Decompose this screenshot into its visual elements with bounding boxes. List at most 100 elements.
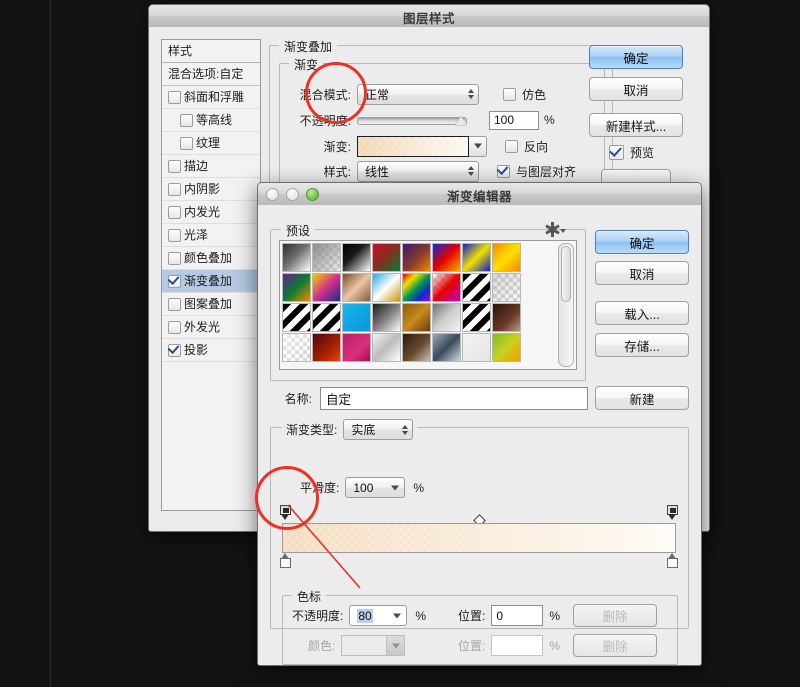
stop-position-input[interactable]: 0 bbox=[491, 605, 544, 626]
preset-swatch-21[interactable] bbox=[432, 303, 461, 332]
color-stop-left[interactable] bbox=[280, 553, 291, 568]
preset-swatch-28[interactable] bbox=[402, 333, 431, 362]
preset-swatch-6[interactable] bbox=[462, 243, 491, 272]
sidebar-item-6-checkbox[interactable] bbox=[168, 228, 181, 242]
sidebar-item-1-checkbox[interactable] bbox=[180, 113, 193, 127]
preset-swatch-26[interactable] bbox=[342, 333, 371, 362]
preset-swatch-14[interactable] bbox=[462, 273, 491, 302]
preview-checkbox[interactable] bbox=[609, 145, 624, 160]
sidebar-item-9-label: 图案叠加 bbox=[184, 297, 233, 311]
blend-mode-select[interactable]: 正常 bbox=[357, 83, 479, 105]
sidebar-item-4-checkbox[interactable] bbox=[168, 182, 181, 196]
preset-swatch-0[interactable] bbox=[282, 243, 311, 272]
stop-color-picker-button[interactable] bbox=[387, 635, 406, 656]
preset-swatch-12[interactable] bbox=[402, 273, 431, 302]
layer-style-cancel-button[interactable]: 取消 bbox=[589, 77, 683, 101]
preset-swatch-17[interactable] bbox=[312, 303, 341, 332]
opacity-slider[interactable] bbox=[357, 114, 467, 126]
sidebar-item-6[interactable]: 光泽 bbox=[162, 224, 260, 247]
sidebar-item-9[interactable]: 图案叠加 bbox=[162, 293, 260, 316]
opacity-input[interactable]: 100 bbox=[489, 110, 539, 130]
sidebar-item-9-checkbox[interactable] bbox=[168, 297, 181, 311]
layer-style-ok-button[interactable]: 确定 bbox=[589, 45, 683, 69]
sidebar-item-2-checkbox[interactable] bbox=[180, 136, 193, 150]
new-preset-button[interactable]: 新建 bbox=[595, 386, 689, 410]
presets-well[interactable] bbox=[279, 240, 577, 370]
preset-swatch-7[interactable] bbox=[492, 243, 521, 272]
gradient-editor-ok-button[interactable]: 确定 bbox=[595, 230, 689, 254]
sidebar-item-0-checkbox[interactable] bbox=[168, 90, 181, 104]
dither-checkbox[interactable] bbox=[503, 87, 516, 101]
gradient-strip[interactable] bbox=[282, 523, 676, 553]
preset-swatch-9[interactable] bbox=[312, 273, 341, 302]
presets-gear-caret-icon[interactable] bbox=[560, 229, 566, 233]
smoothness-select[interactable]: 100 bbox=[345, 477, 406, 498]
sidebar-item-10-checkbox[interactable] bbox=[168, 320, 181, 334]
preset-swatch-18[interactable] bbox=[342, 303, 371, 332]
preset-swatch-20[interactable] bbox=[402, 303, 431, 332]
sidebar-item-0[interactable]: 斜面和浮雕 bbox=[162, 86, 260, 109]
stop-color-well[interactable] bbox=[341, 635, 388, 656]
sidebar-item-5-checkbox[interactable] bbox=[168, 205, 181, 219]
preset-swatch-25[interactable] bbox=[312, 333, 341, 362]
sidebar-item-8[interactable]: 渐变叠加 bbox=[162, 270, 260, 293]
stop-opacity-select[interactable]: 80 bbox=[349, 605, 408, 626]
sidebar-item-3-checkbox[interactable] bbox=[168, 159, 181, 173]
sidebar-item-10[interactable]: 外发光 bbox=[162, 316, 260, 339]
opacity-stop-left[interactable] bbox=[280, 505, 291, 520]
name-input[interactable]: 自定 bbox=[320, 387, 588, 410]
opacity-stop-right[interactable] bbox=[667, 505, 678, 520]
preset-swatch-15[interactable] bbox=[492, 273, 521, 302]
style-select[interactable]: 线性 bbox=[357, 160, 479, 182]
delete-stop-button[interactable]: 删除 bbox=[573, 604, 657, 627]
presets-gear-icon[interactable] bbox=[545, 222, 560, 237]
preset-swatch-16[interactable] bbox=[282, 303, 311, 332]
gradient-type-select[interactable]: 实底 bbox=[343, 419, 414, 440]
preset-swatch-2[interactable] bbox=[342, 243, 371, 272]
presets-group: 预设 bbox=[270, 222, 586, 381]
opacity-slider-knob[interactable] bbox=[455, 116, 467, 125]
stop-position2-input[interactable] bbox=[491, 635, 544, 656]
preset-swatch-31[interactable] bbox=[492, 333, 521, 362]
layer-style-titlebar[interactable]: 图层样式 bbox=[149, 5, 709, 28]
gradient-editor-cancel-button[interactable]: 取消 bbox=[595, 261, 689, 285]
sidebar-item-2[interactable]: 纹理 bbox=[162, 132, 260, 155]
preset-swatch-10[interactable] bbox=[342, 273, 371, 302]
preset-swatch-1[interactable] bbox=[312, 243, 341, 272]
color-stop-right[interactable] bbox=[667, 553, 678, 568]
align-with-layer-checkbox[interactable] bbox=[497, 164, 510, 178]
preset-swatch-4[interactable] bbox=[402, 243, 431, 272]
gradient-picker-button[interactable] bbox=[469, 135, 487, 157]
preset-swatch-8[interactable] bbox=[282, 273, 311, 302]
sidebar-item-7-checkbox[interactable] bbox=[168, 251, 181, 265]
sidebar-item-1[interactable]: 等高线 bbox=[162, 109, 260, 132]
preset-swatch-11[interactable] bbox=[372, 273, 401, 302]
preset-swatch-22[interactable] bbox=[462, 303, 491, 332]
preset-swatch-5[interactable] bbox=[432, 243, 461, 272]
preset-swatch-30[interactable] bbox=[462, 333, 491, 362]
preset-swatch-29[interactable] bbox=[432, 333, 461, 362]
sidebar-item-3[interactable]: 描边 bbox=[162, 155, 260, 178]
preset-swatch-3[interactable] bbox=[372, 243, 401, 272]
preset-swatch-23[interactable] bbox=[492, 303, 521, 332]
sidebar-item-7[interactable]: 颜色叠加 bbox=[162, 247, 260, 270]
presets-scrollbar[interactable] bbox=[558, 243, 574, 367]
gradient-editor-titlebar[interactable]: 渐变编辑器 bbox=[258, 183, 701, 206]
gradient-preview-swatch[interactable] bbox=[357, 135, 469, 157]
sidebar-item-5[interactable]: 内发光 bbox=[162, 201, 260, 224]
presets-scrollbar-thumb[interactable] bbox=[561, 246, 571, 302]
sidebar-item-8-checkbox[interactable] bbox=[168, 274, 181, 288]
save-button[interactable]: 存储... bbox=[595, 333, 689, 357]
preset-swatch-19[interactable] bbox=[372, 303, 401, 332]
reverse-checkbox[interactable] bbox=[505, 139, 518, 153]
preset-swatch-27[interactable] bbox=[372, 333, 401, 362]
load-button[interactable]: 载入... bbox=[595, 301, 689, 325]
sidebar-item-4[interactable]: 内阴影 bbox=[162, 178, 260, 201]
sidebar-item-11-checkbox[interactable] bbox=[168, 343, 181, 357]
preset-swatch-13[interactable] bbox=[432, 273, 461, 302]
sidebar-item-blending-options[interactable]: 混合选项:自定 bbox=[162, 63, 260, 86]
delete-stop-button-2[interactable]: 删除 bbox=[573, 634, 657, 657]
sidebar-item-11[interactable]: 投影 bbox=[162, 339, 260, 362]
new-style-button[interactable]: 新建样式... bbox=[589, 113, 683, 137]
preset-swatch-24[interactable] bbox=[282, 333, 311, 362]
